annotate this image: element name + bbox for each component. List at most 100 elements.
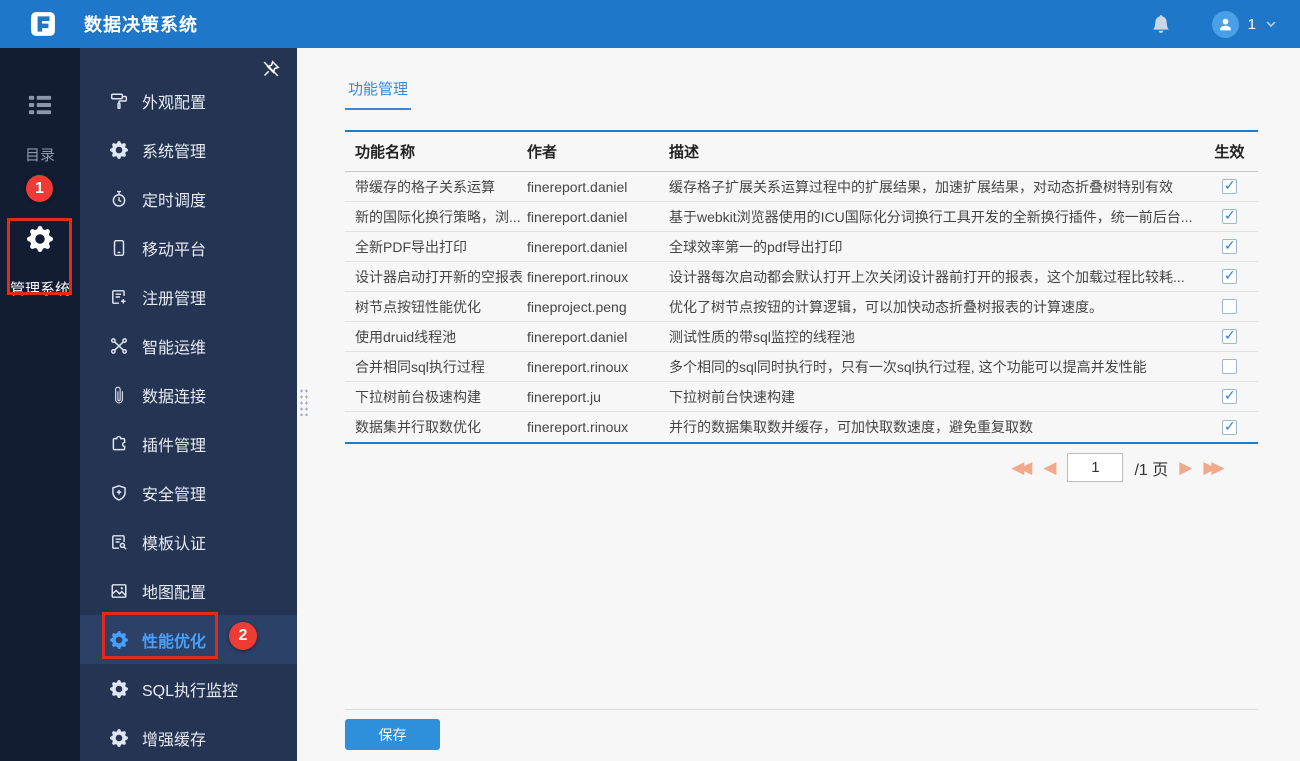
chevron-down-icon[interactable]: [1264, 17, 1278, 31]
panel-resize-handle[interactable]: [299, 388, 310, 416]
author-cell: finereport.ju: [527, 388, 601, 405]
author-cell: finereport.daniel: [527, 328, 628, 345]
description-cell: 下拉树前台快速构建: [669, 388, 795, 405]
author-cell: finereport.daniel: [527, 208, 628, 225]
main-content: 功能管理 功能名称 作者 描述 生效 带缓存的格子关系运算 finereport.dan…: [297, 48, 1300, 761]
link-icon: [110, 386, 128, 404]
feature-name-cell: 合并相同sql执行过程: [355, 358, 485, 375]
pagination: /1 页: [345, 453, 1258, 482]
plugin-icon: [110, 435, 128, 453]
unpin-icon[interactable]: [261, 59, 281, 79]
register-icon: [110, 288, 128, 306]
author-cell: finereport.daniel: [527, 178, 628, 195]
column-header: 作者: [527, 144, 558, 161]
table-row: 下拉树前台极速构建 finereport.ju 下拉树前台快速构建: [345, 382, 1259, 412]
enabled-cell: [1200, 237, 1258, 254]
sidebar-item[interactable]: 插件管理: [80, 419, 297, 468]
app-logo-icon[interactable]: [30, 11, 56, 37]
app-body: 目录 管理系统 1 外观配置系统管理定时调度移动平台注册管理智能运维数据连接 插件…: [0, 48, 1300, 761]
enabled-cell: [1200, 299, 1258, 314]
enabled-checkbox[interactable]: [1221, 237, 1237, 254]
table-row: 树节点按钮性能优化 fineproject.peng 优化了树节点按钮的计算逻辑，可…: [345, 292, 1259, 322]
description-cell: 优化了树节点按钮的计算逻辑，可以加快动态折叠树报表的计算速度。: [669, 298, 1103, 315]
annotation-badge-1: 1: [26, 175, 53, 202]
annotation-box-1: [7, 218, 72, 295]
sidebar-item[interactable]: 模板认证: [80, 517, 297, 566]
feature-name-cell: 全新PDF导出打印: [355, 238, 467, 255]
sidebar-item[interactable]: 外观配置: [80, 76, 297, 125]
enabled-checkbox[interactable]: [1221, 207, 1237, 224]
sidebar-item-label: 注册管理: [142, 290, 207, 308]
sidebar-item-label: 外观配置: [142, 94, 207, 112]
tab-bar: 功能管理: [345, 48, 1258, 110]
timer-icon: [110, 190, 128, 208]
prev-page-button[interactable]: [1043, 459, 1056, 476]
author-cell: finereport.rinoux: [527, 358, 629, 375]
table-body: 带缓存的格子关系运算 finereport.daniel 缓存格子扩展关系运算过程中…: [345, 172, 1259, 442]
column-header: 描述: [669, 144, 700, 161]
next-page-button[interactable]: [1179, 459, 1192, 476]
enabled-checkbox[interactable]: [1221, 299, 1237, 314]
sidebar-item-label: 模板认证: [142, 535, 207, 553]
primary-nav-rail: 目录 管理系统 1: [0, 48, 80, 761]
table-row: 全新PDF导出打印 finereport.daniel 全球效率第一的pdf导出打印: [345, 232, 1259, 262]
save-button[interactable]: 保存: [345, 719, 440, 750]
sidebar-item[interactable]: 安全管理: [80, 468, 297, 517]
description-cell: 测试性质的带sql监控的线程池: [669, 328, 855, 345]
feature-name-cell: 设计器启动打开新的空报表: [355, 268, 523, 285]
sidebar-item-label: SQL执行监控: [142, 682, 239, 700]
table-row: 带缓存的格子关系运算 finereport.daniel 缓存格子扩展关系运算过程中…: [345, 172, 1259, 202]
sidebar-item[interactable]: 智能运维: [80, 321, 297, 370]
sidebar-item[interactable]: SQL执行监控: [80, 664, 297, 713]
feature-name-cell: 下拉树前台极速构建: [355, 388, 481, 405]
feature-name-cell: 带缓存的格子关系运算: [355, 178, 495, 195]
user-avatar[interactable]: [1211, 10, 1239, 38]
description-cell: 基于webkit浏览器使用的ICU国际化分词换行工具开发的全新换行插件，统一前后…: [669, 208, 1193, 225]
sidebar-item[interactable]: 注册管理: [80, 272, 297, 321]
sidebar-item[interactable]: 移动平台: [80, 223, 297, 272]
gear-icon: [110, 679, 128, 698]
annotation-box-2: [102, 612, 218, 659]
notification-bell-icon[interactable]: [1152, 15, 1170, 33]
rail-item-label: 目录: [24, 147, 55, 164]
column-header: 生效: [1214, 144, 1245, 161]
page-input[interactable]: [1067, 453, 1124, 482]
description-cell: 并行的数据集取数并缓存，可加快取数速度，避免重复取数: [669, 419, 1033, 435]
ops-icon: [110, 337, 128, 355]
table-header-row: 功能名称 作者 描述 生效: [345, 132, 1259, 172]
app-header: 数据决策系统 1: [0, 0, 1300, 48]
enabled-checkbox[interactable]: [1221, 359, 1237, 374]
sidebar-item[interactable]: 地图配置: [80, 566, 297, 615]
table-row: 设计器启动打开新的空报表 finereport.rinoux 设计器每次启动都会默认…: [345, 262, 1259, 292]
sidebar-item-label: 地图配置: [142, 584, 207, 602]
sidebar-item[interactable]: 定时调度: [80, 174, 297, 223]
enabled-checkbox[interactable]: [1221, 327, 1237, 344]
sidebar-item-label: 移动平台: [142, 241, 207, 259]
sidebar-item-label: 定时调度: [142, 192, 207, 210]
sidebar-item-label: 智能运维: [142, 339, 207, 357]
enabled-cell: [1200, 387, 1258, 404]
rail-item-directory[interactable]: 目录: [0, 92, 80, 165]
column-header: 功能名称: [355, 144, 416, 161]
enabled-checkbox[interactable]: [1221, 387, 1237, 404]
enabled-cell: [1200, 207, 1258, 224]
sidebar-item[interactable]: 数据连接: [80, 370, 297, 419]
directory-icon: [27, 92, 53, 118]
last-page-button[interactable]: [1203, 459, 1224, 476]
paint-roller-icon: [110, 92, 128, 110]
enabled-checkbox[interactable]: [1221, 418, 1237, 435]
enabled-checkbox[interactable]: [1221, 267, 1237, 284]
sidebar-item-label: 增强缓存: [142, 731, 207, 749]
certificate-icon: [110, 533, 128, 551]
sidebar-item[interactable]: 增强缓存: [80, 713, 297, 761]
app-title: 数据决策系统: [84, 15, 198, 35]
enabled-cell: [1200, 267, 1258, 284]
tab-feature-management[interactable]: 功能管理: [345, 78, 412, 110]
shield-icon: [110, 484, 128, 502]
gear-icon: [110, 140, 128, 159]
enabled-checkbox[interactable]: [1221, 177, 1237, 194]
footer-divider: [345, 709, 1259, 710]
first-page-button[interactable]: [1011, 459, 1032, 476]
enabled-cell: [1200, 177, 1258, 194]
sidebar-item[interactable]: 系统管理: [80, 125, 297, 174]
